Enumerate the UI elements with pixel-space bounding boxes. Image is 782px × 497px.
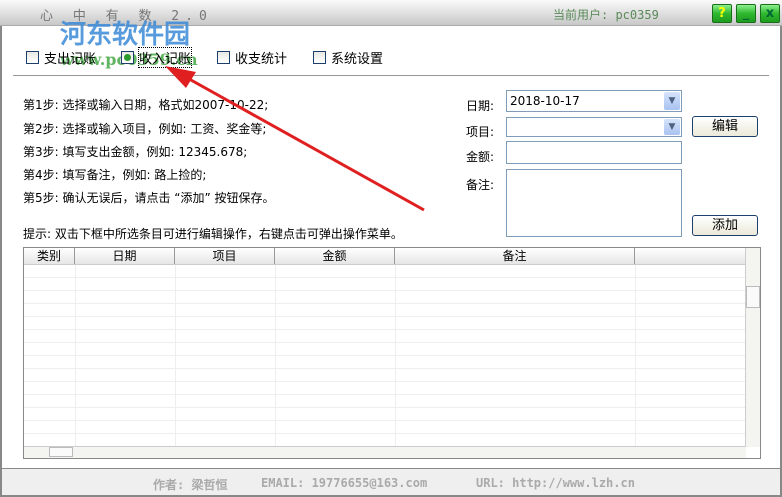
annotation-arrow — [165, 66, 425, 212]
